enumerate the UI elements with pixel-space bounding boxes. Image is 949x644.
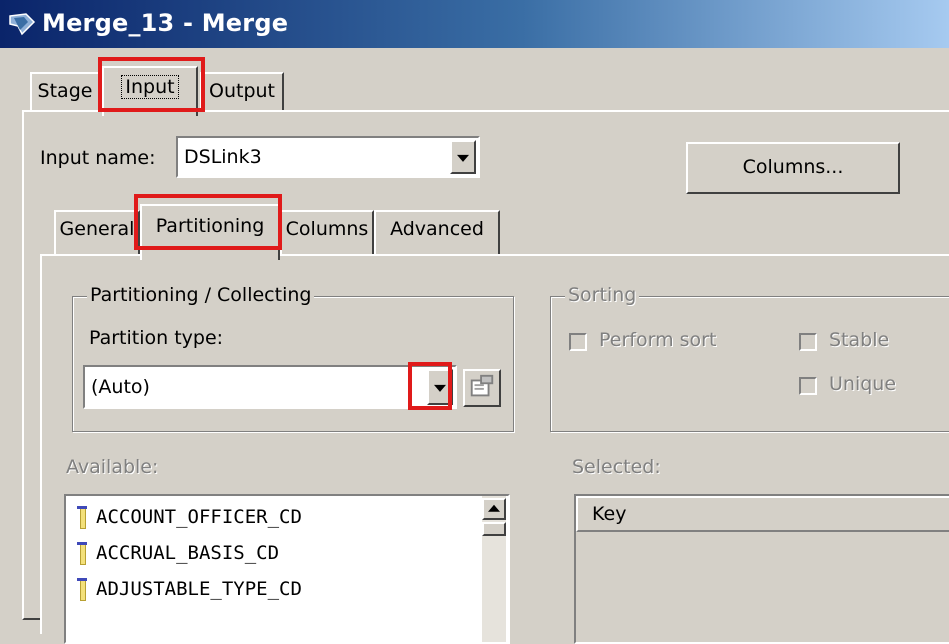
input-name-select[interactable]: DSLink3 [176, 136, 480, 178]
selected-list-body [576, 532, 949, 642]
tab-advanced-label: Advanced [390, 218, 484, 240]
input-name-label: Input name: [40, 147, 156, 169]
tab-stage[interactable]: Stage [30, 72, 100, 112]
input-panel: Input name: DSLink3 Columns... General P… [22, 110, 949, 644]
unique-label: Unique [829, 373, 897, 395]
dialog-body: Stage Input Output Input name: DSLink3 C… [0, 48, 949, 644]
sorting-group-title: Sorting [565, 284, 640, 306]
partition-type-value: (Auto) [91, 376, 150, 398]
app-icon [9, 13, 36, 36]
tab-columns-label: Columns [285, 218, 369, 240]
tab-input[interactable]: Input [102, 66, 198, 116]
tab-advanced[interactable]: Advanced [374, 210, 500, 256]
tab-columns[interactable]: Columns [280, 210, 374, 256]
unique-checkbox[interactable] [799, 377, 817, 395]
scrollbar-thumb[interactable] [482, 522, 506, 536]
key-column-header[interactable]: Key [576, 496, 949, 532]
partition-type-label: Partition type: [89, 327, 224, 349]
selected-label: Selected: [572, 456, 661, 478]
column-icon [76, 541, 88, 565]
stable-checkbox[interactable] [799, 333, 817, 351]
partitioning-panel: Partitioning / Collecting Partition type… [40, 254, 949, 644]
partition-type-select[interactable]: (Auto) [83, 365, 457, 409]
available-scrollbar[interactable] [482, 496, 506, 642]
available-list[interactable]: ACCOUNT_OFFICER_CD ACCRUAL_BASIS_CD ADJU… [64, 494, 510, 644]
columns-button-label: Columns... [742, 156, 844, 178]
list-item[interactable]: ACCRUAL_BASIS_CD [76, 536, 279, 570]
tab-output[interactable]: Output [200, 72, 284, 112]
key-column-header-label: Key [592, 503, 627, 525]
list-item-label: ACCOUNT_OFFICER_CD [96, 506, 302, 528]
title-bar: Merge_13 - Merge [0, 0, 949, 48]
list-item-label: ADJUSTABLE_TYPE_CD [96, 578, 302, 600]
chevron-down-icon[interactable] [450, 140, 476, 174]
partition-properties-button[interactable] [463, 369, 501, 407]
scroll-up-icon[interactable] [482, 498, 506, 520]
chevron-down-icon[interactable] [427, 369, 453, 405]
selected-list[interactable]: Key [574, 494, 949, 644]
perform-sort-label: Perform sort [599, 329, 717, 351]
window-title: Merge_13 - Merge [42, 9, 289, 37]
list-item[interactable]: ACCOUNT_OFFICER_CD [76, 500, 302, 534]
tab-stage-label: Stage [37, 80, 93, 102]
tab-partitioning-label: Partitioning [155, 215, 265, 237]
tab-general[interactable]: General [54, 210, 140, 256]
list-item-label: ACCRUAL_BASIS_CD [96, 542, 280, 564]
tab-input-label: Input [121, 75, 179, 99]
partitioning-group-title: Partitioning / Collecting [87, 284, 315, 306]
tab-partitioning[interactable]: Partitioning [140, 204, 280, 260]
perform-sort-checkbox[interactable] [569, 333, 587, 351]
sorting-group: Sorting Perform sort Stable Unique [550, 284, 949, 432]
column-icon [76, 505, 88, 529]
available-label: Available: [66, 456, 159, 478]
tab-general-label: General [59, 218, 135, 240]
stable-label: Stable [829, 329, 890, 351]
partitioning-group: Partitioning / Collecting Partition type… [72, 284, 514, 432]
column-icon [76, 577, 88, 601]
input-name-value: DSLink3 [184, 146, 262, 168]
columns-button[interactable]: Columns... [686, 142, 900, 194]
properties-icon [470, 374, 494, 397]
tab-output-label: Output [209, 80, 275, 102]
